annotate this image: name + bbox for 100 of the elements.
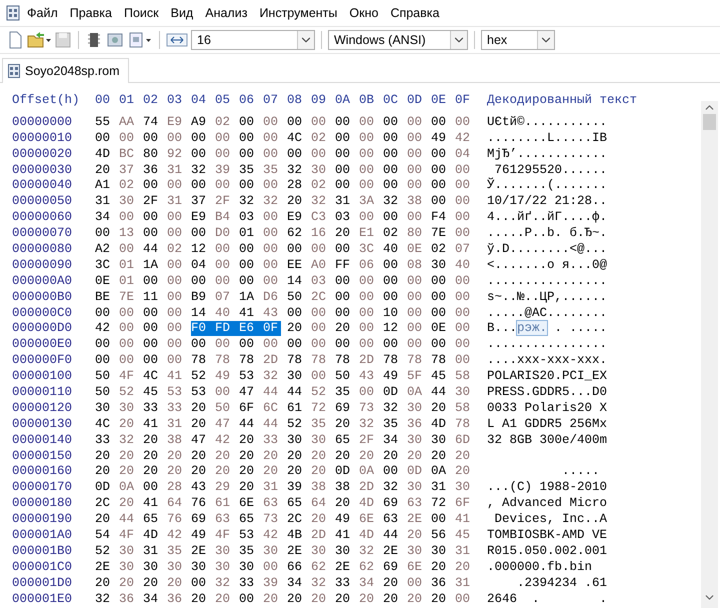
file-tab[interactable]: Soyo2048sp.rom — [2, 58, 129, 83]
hex-byte[interactable]: 7E — [431, 226, 455, 240]
hex-byte[interactable]: 41 — [167, 369, 191, 384]
hex-byte[interactable]: 39 — [263, 576, 287, 590]
hex-byte[interactable]: 20 — [215, 592, 239, 606]
hex-byte[interactable]: BC — [119, 146, 143, 161]
hex-byte[interactable]: 0A — [119, 480, 143, 494]
hex-byte[interactable]: 20 — [263, 592, 287, 606]
hex-byte[interactable]: 00 — [383, 274, 407, 288]
hex-byte[interactable]: 00 — [263, 178, 287, 192]
hex-byte[interactable]: 30 — [215, 544, 239, 558]
hex-byte[interactable]: 20 — [383, 576, 407, 590]
hex-byte[interactable]: 11 — [143, 290, 167, 304]
memory-chip-icon[interactable] — [85, 31, 103, 49]
hex-byte[interactable]: 6E — [239, 496, 263, 510]
hex-byte[interactable]: A0 — [311, 258, 335, 272]
hex-byte[interactable]: 2E — [95, 560, 119, 574]
hex-byte[interactable]: 12 — [191, 242, 215, 256]
hex-byte[interactable]: 4D — [143, 528, 167, 542]
hex-byte[interactable]: 4C — [95, 416, 119, 431]
hex-byte[interactable]: 30 — [311, 432, 335, 447]
hex-byte[interactable]: 00 — [455, 320, 479, 336]
hex-byte[interactable]: 00 — [311, 337, 335, 352]
hex-byte[interactable]: 32 — [263, 194, 287, 208]
hex-byte[interactable]: 78 — [407, 353, 431, 368]
hex-byte[interactable]: 00 — [455, 178, 479, 192]
hex-byte[interactable]: 32 — [311, 576, 335, 590]
hex-byte[interactable]: 02 — [311, 130, 335, 145]
hex-byte[interactable]: 53 — [239, 528, 263, 542]
hex-byte[interactable]: 32 — [383, 400, 407, 415]
hex-byte[interactable]: 00 — [263, 114, 287, 129]
hex-byte[interactable]: 20 — [143, 464, 167, 478]
hex-byte[interactable]: 49 — [335, 512, 359, 526]
bytes-per-row-dropdown[interactable]: 16 — [191, 30, 315, 50]
hex-byte[interactable]: 00 — [95, 337, 119, 352]
hex-byte[interactable]: 65 — [335, 432, 359, 447]
hex-byte[interactable]: 00 — [359, 384, 383, 399]
hex-byte[interactable]: 00 — [263, 560, 287, 574]
hex-byte[interactable]: 00 — [431, 290, 455, 304]
hex-byte[interactable]: 37 — [119, 162, 143, 176]
hex-byte[interactable]: 00 — [191, 130, 215, 145]
hex-byte[interactable]: 20 — [455, 560, 479, 574]
scroll-thumb[interactable] — [703, 114, 716, 130]
hex-byte[interactable]: 20 — [119, 448, 143, 463]
hex-byte[interactable]: 20 — [143, 432, 167, 447]
hex-byte[interactable]: 20 — [191, 416, 215, 431]
hex-byte[interactable]: 02 — [119, 178, 143, 192]
hex-byte[interactable]: 32 — [95, 592, 119, 606]
hex-byte[interactable]: 31 — [431, 480, 455, 494]
hex-byte[interactable]: 76 — [167, 512, 191, 526]
hex-byte[interactable]: 33 — [143, 400, 167, 415]
hex-byte[interactable]: 00 — [287, 242, 311, 256]
hex-byte[interactable]: 53 — [239, 369, 263, 384]
hex-byte[interactable]: 00 — [383, 210, 407, 224]
hex-byte[interactable]: 00 — [191, 226, 215, 240]
hex-byte[interactable]: 20 — [287, 464, 311, 478]
hex-byte[interactable]: 20 — [191, 464, 215, 478]
hex-byte[interactable]: 4D — [359, 528, 383, 542]
hex-byte[interactable]: 44 — [119, 512, 143, 526]
hex-byte[interactable]: 32 — [383, 194, 407, 208]
hex-byte[interactable]: 40 — [215, 306, 239, 320]
hex-byte[interactable]: 69 — [335, 400, 359, 415]
hex-byte[interactable]: 20 — [287, 592, 311, 606]
hex-byte[interactable]: E9 — [167, 114, 191, 129]
hex-byte[interactable]: 72 — [311, 400, 335, 415]
hex-byte[interactable]: 00 — [383, 162, 407, 176]
hex-byte[interactable]: 30 — [119, 544, 143, 558]
hex-byte[interactable]: 00 — [167, 306, 191, 320]
hex-byte[interactable]: 53 — [191, 384, 215, 399]
hex-byte[interactable]: 00 — [239, 242, 263, 256]
menu-item[interactable]: Правка — [64, 4, 117, 22]
hex-byte[interactable]: 0A — [359, 464, 383, 478]
hex-byte[interactable]: F4 — [431, 210, 455, 224]
hex-byte[interactable]: 65 — [287, 496, 311, 510]
hex-byte[interactable]: 00 — [311, 242, 335, 256]
hex-byte[interactable]: 00 — [431, 274, 455, 288]
hex-byte[interactable]: 20 — [167, 464, 191, 478]
hex-byte[interactable]: 78 — [455, 416, 479, 431]
hex-byte[interactable]: 32 — [191, 162, 215, 176]
hex-byte[interactable]: 31 — [167, 194, 191, 208]
hex-byte[interactable]: 00 — [263, 258, 287, 272]
hex-byte[interactable]: 52 — [191, 369, 215, 384]
hex-byte[interactable]: 00 — [239, 274, 263, 288]
hex-byte[interactable]: 5F — [407, 369, 431, 384]
hex-byte[interactable]: 34 — [143, 592, 167, 606]
hex-byte[interactable]: 07 — [455, 242, 479, 256]
hex-byte[interactable]: 4D — [359, 496, 383, 510]
hex-byte[interactable]: 00 — [383, 130, 407, 145]
hex-byte[interactable]: 00 — [383, 178, 407, 192]
hex-byte[interactable]: 4D — [95, 146, 119, 161]
hex-byte[interactable]: 35 — [167, 544, 191, 558]
hex-byte[interactable]: 20 — [143, 576, 167, 590]
hex-byte[interactable]: 20 — [119, 576, 143, 590]
hex-byte[interactable]: 00 — [407, 576, 431, 590]
hex-byte[interactable]: 20 — [191, 400, 215, 415]
hex-byte[interactable]: 00 — [167, 353, 191, 368]
hex-byte[interactable]: 2E — [407, 512, 431, 526]
hex-byte[interactable]: 63 — [263, 496, 287, 510]
hex-byte[interactable]: 30 — [239, 560, 263, 574]
hex-byte[interactable]: 20 — [431, 592, 455, 606]
